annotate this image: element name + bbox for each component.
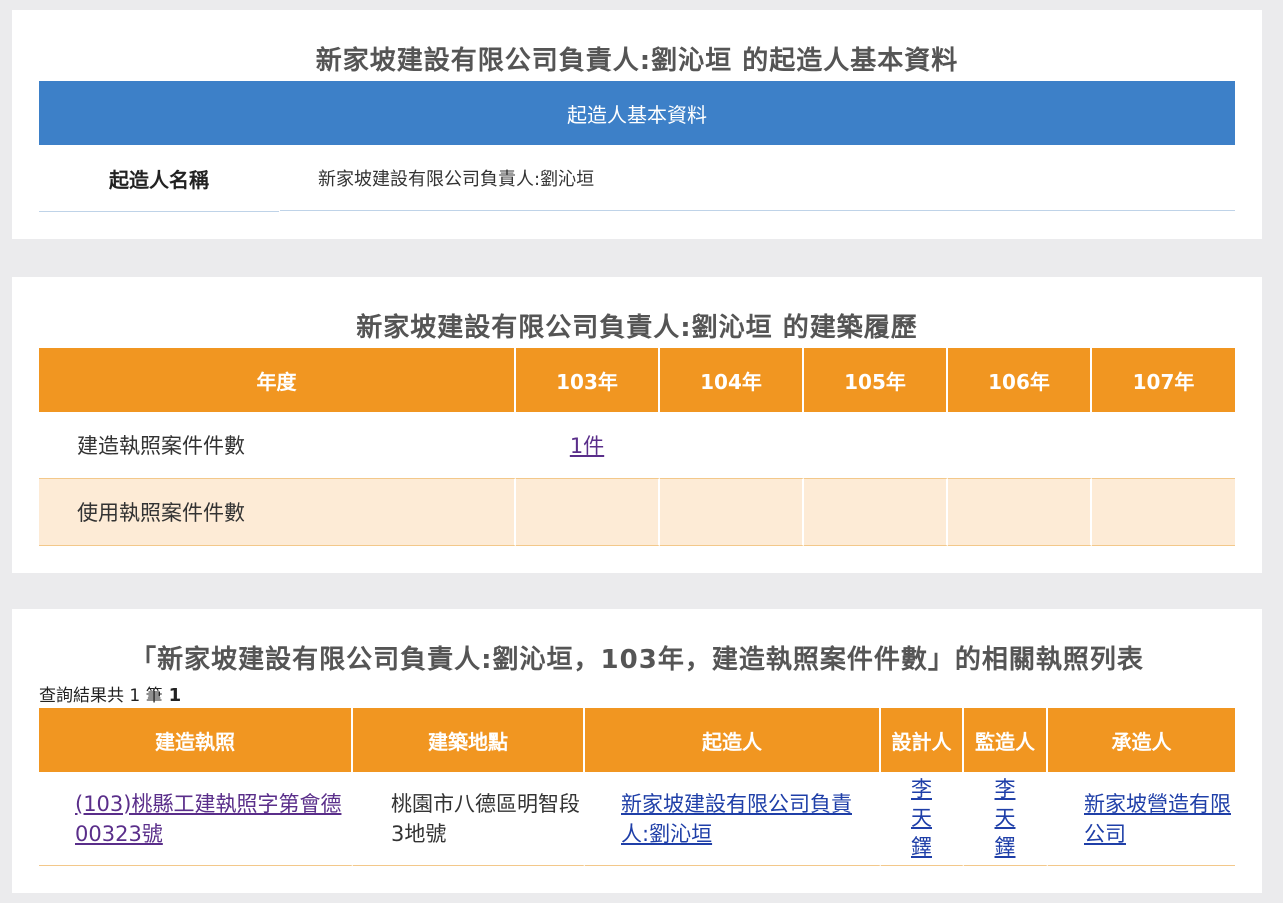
owner-name-value: 新家坡建設有限公司負責人:劉沁垣 — [280, 145, 1235, 211]
row-label-usage: 使用執照案件件數 — [39, 479, 516, 546]
owner-name-label: 起造人名稱 — [109, 167, 209, 192]
designer-cell: 李天鐸 — [881, 772, 964, 866]
cell-usage-104 — [660, 479, 804, 546]
cell-usage-107 — [1092, 479, 1235, 546]
supervisor-link[interactable]: 李天鐸 — [994, 775, 1016, 862]
basic-info-bar-label: 起造人基本資料 — [567, 102, 707, 127]
header-104: 104年 — [660, 348, 804, 412]
cell-construction-107 — [1092, 412, 1235, 479]
header-permit: 建造執照 — [39, 708, 353, 772]
designer-link[interactable]: 李天鐸 — [911, 775, 933, 862]
history-header-row: 年度 103年 104年 105年 106年 107年 — [39, 348, 1235, 412]
permit-link[interactable]: (103)桃縣工建執照字第會德00323號 — [75, 792, 341, 846]
header-supervisor: 監造人 — [964, 708, 1048, 772]
basic-info-title: 新家坡建設有限公司負責人:劉沁垣 的起造人基本資料 — [315, 46, 959, 76]
owner-name-row: 起造人名稱 新家坡建設有限公司負責人:劉沁垣 — [39, 145, 1235, 212]
cell-construction-105 — [804, 412, 948, 479]
permits-list-title: 「新家坡建設有限公司負責人:劉沁垣，103年，建造執照案件件數」的相關執照列表 — [130, 645, 1144, 675]
header-106: 106年 — [948, 348, 1092, 412]
result-count-line: 查詢結果共 1 筆1 — [39, 681, 181, 706]
owner-link[interactable]: 新家坡建設有限公司負責人:劉沁垣 — [621, 792, 852, 846]
table-row: 使用執照案件件數 — [39, 479, 1235, 546]
owner-basic-info-card: 新家坡建設有限公司負責人:劉沁垣 的起造人基本資料 起造人基本資料 起造人名稱 … — [12, 10, 1262, 239]
address-cell: 桃園市八德區明智段3地號 — [353, 772, 585, 866]
cell-construction-106 — [948, 412, 1092, 479]
permits-header-row: 建造執照 建築地點 起造人 設計人 監造人 承造人 — [39, 708, 1235, 772]
cell-construction-104 — [660, 412, 804, 479]
result-count-text: 查詢結果共 1 筆 — [39, 686, 163, 706]
owner-cell: 新家坡建設有限公司負責人:劉沁垣 — [585, 772, 881, 866]
header-owner: 起造人 — [585, 708, 881, 772]
history-title: 新家坡建設有限公司負責人:劉沁垣 的建築履歷 — [356, 313, 918, 343]
contractor-cell: 新家坡營造有限公司 — [1048, 772, 1235, 866]
header-107: 107年 — [1092, 348, 1235, 412]
owner-name-text: 新家坡建設有限公司負責人:劉沁垣 — [318, 168, 595, 190]
construction-103-count-link[interactable]: 1件 — [570, 434, 604, 458]
contractor-link[interactable]: 新家坡營造有限公司 — [1084, 792, 1231, 846]
cell-usage-106 — [948, 479, 1092, 546]
supervisor-cell: 李天鐸 — [964, 772, 1048, 866]
related-permits-card: 「新家坡建設有限公司負責人:劉沁垣，103年，建造執照案件件數」的相關執照列表 … — [12, 609, 1262, 893]
header-103: 103年 — [516, 348, 660, 412]
header-designer: 設計人 — [881, 708, 964, 772]
permit-cell: (103)桃縣工建執照字第會德00323號 — [39, 772, 353, 866]
history-table: 年度 103年 104年 105年 106年 107年 建造執照案件件數 1件 … — [39, 348, 1235, 546]
cell-usage-103 — [516, 479, 660, 546]
cell-construction-103: 1件 — [516, 412, 660, 479]
header-year: 年度 — [39, 348, 516, 412]
permits-table: 建造執照 建築地點 起造人 設計人 監造人 承造人 (103)桃縣工建執照字第會… — [39, 708, 1235, 866]
table-row: (103)桃縣工建執照字第會德00323號 桃園市八德區明智段3地號 新家坡建設… — [39, 772, 1235, 866]
row-label-construction: 建造執照案件件數 — [39, 412, 516, 479]
basic-info-bar: 起造人基本資料 — [39, 81, 1235, 145]
header-105: 105年 — [804, 348, 948, 412]
building-history-card: 新家坡建設有限公司負責人:劉沁垣 的建築履歷 年度 103年 104年 105年… — [12, 277, 1262, 573]
result-count-number: 1 — [168, 685, 182, 706]
cell-usage-105 — [804, 479, 948, 546]
table-row: 建造執照案件件數 1件 — [39, 412, 1235, 479]
header-contractor: 承造人 — [1048, 708, 1235, 772]
header-address: 建築地點 — [353, 708, 585, 772]
